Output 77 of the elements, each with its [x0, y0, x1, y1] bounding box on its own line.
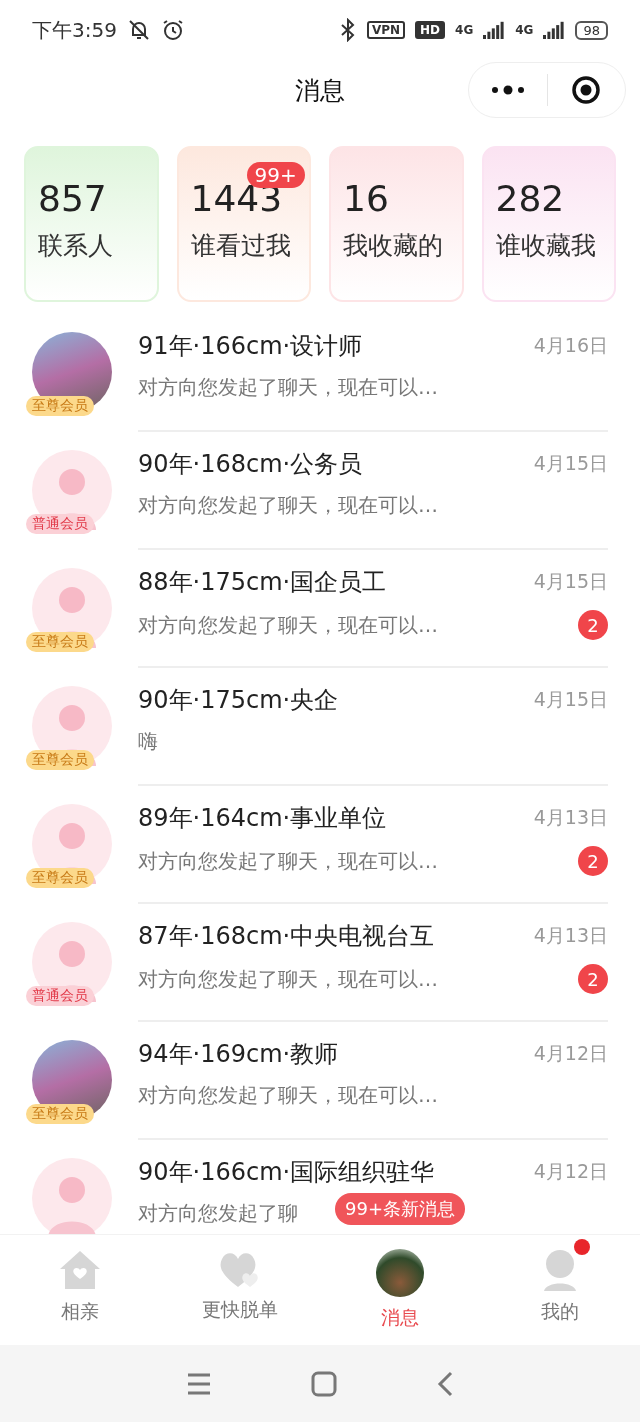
stat-label: 我收藏的 — [343, 230, 444, 262]
more-icon — [490, 85, 525, 95]
chat-row[interactable]: 至尊会员 88年·175cm·国企员工 4月15日 对方向您发起了聊天，现在可以… 2 — [0, 550, 640, 668]
member-badge: 至尊会员 — [26, 868, 94, 888]
member-badge: 至尊会员 — [26, 750, 94, 770]
chat-preview: 对方向您发起了聊天，现在可以… — [138, 847, 438, 875]
chat-preview: 对方向您发起了聊天，现在可以… — [138, 965, 438, 993]
member-badge: 普通会员 — [26, 514, 94, 534]
chat-preview: 对方向您发起了聊天，现在可以… — [138, 611, 438, 639]
new-messages-tooltip: 99+条新消息 — [335, 1193, 465, 1225]
chat-date: 4月12日 — [533, 1041, 608, 1066]
stat-label: 谁看过我 — [190, 230, 292, 262]
person-icon — [542, 1249, 578, 1291]
chat-date: 4月16日 — [533, 333, 608, 358]
tab-item[interactable]: 更快脱单 — [160, 1235, 320, 1345]
chat-title: 90年·175cm·央企 — [138, 685, 339, 716]
status-time: 下午3:59 — [32, 16, 117, 44]
target-icon — [571, 75, 602, 105]
network-type: 4G — [455, 23, 474, 37]
stat-value: 16 — [343, 178, 390, 219]
stat-label: 谁收藏我 — [495, 230, 597, 262]
chat-date: 4月15日 — [533, 451, 608, 476]
house-icon — [58, 1249, 102, 1291]
chat-row[interactable]: 至尊会员 89年·164cm·事业单位 4月13日 对方向您发起了聊天，现在可以… 2 — [0, 786, 640, 904]
chat-preview: 嗨 — [138, 728, 158, 755]
member-badge: 至尊会员 — [26, 632, 94, 652]
chat-row[interactable]: 至尊会员 90年·175cm·央企 4月15日 嗨 — [0, 668, 640, 786]
hd-indicator: HD — [415, 21, 446, 39]
chat-preview: 对方向您发起了聊天，现在可以… — [138, 1082, 438, 1109]
menu-button[interactable] — [187, 1372, 211, 1395]
chat-title: 94年·169cm·教师 — [138, 1039, 339, 1070]
back-icon — [437, 1370, 453, 1397]
menu-icon — [187, 1372, 211, 1395]
chat-preview: 对方向您发起了聊天，现在可以… — [138, 492, 438, 519]
back-button[interactable] — [437, 1370, 453, 1397]
member-badge: 普通会员 — [26, 986, 94, 1006]
signal-icon — [543, 21, 566, 39]
avatar-photo — [376, 1249, 424, 1297]
unread-badge: 2 — [578, 610, 608, 640]
stat-value: 857 — [38, 178, 108, 219]
member-badge: 至尊会员 — [26, 1104, 94, 1124]
tab-item[interactable]: 消息 — [320, 1235, 480, 1345]
chat-preview: 对方向您发起了聊 — [138, 1200, 298, 1227]
chat-row[interactable]: 普通会员 87年·168cm·中央电视台互 4月13日 对方向您发起了聊天，现在可以… 2 — [0, 904, 640, 1022]
unread-badge: 2 — [578, 964, 608, 994]
chat-title: 89年·164cm·事业单位 — [138, 803, 387, 834]
square-icon — [311, 1370, 337, 1397]
unread-badge: 2 — [578, 846, 608, 876]
member-badge: 至尊会员 — [26, 396, 94, 416]
stat-card[interactable]: 16 我收藏的 — [329, 146, 464, 302]
chat-date: 4月15日 — [533, 569, 608, 594]
chat-title: 90年·166cm·国际组织驻华 — [138, 1157, 435, 1188]
chat-date: 4月12日 — [533, 1159, 608, 1184]
tab-item[interactable]: 我的 — [480, 1235, 640, 1345]
page-title: 消息 — [295, 74, 345, 107]
network-type: 4G — [515, 23, 534, 37]
bell-muted-icon — [126, 18, 151, 42]
vpn-indicator: VPN — [366, 21, 406, 39]
stat-value: 282 — [495, 178, 566, 219]
chat-title: 87年·168cm·中央电视台互 — [138, 921, 435, 952]
chat-row[interactable]: 至尊会员 91年·166cm·设计师 4月16日 对方向您发起了聊天，现在可以… — [0, 314, 640, 432]
chat-title: 91年·166cm·设计师 — [138, 331, 363, 362]
chat-preview: 对方向您发起了聊天，现在可以… — [138, 374, 438, 401]
chat-date: 4月15日 — [533, 687, 608, 712]
chat-date: 4月13日 — [533, 923, 608, 948]
stat-card[interactable]: 857 联系人 — [24, 146, 159, 302]
tab-item[interactable]: 相亲 — [0, 1235, 160, 1345]
chat-title: 90年·168cm·公务员 — [138, 449, 363, 480]
chat-title: 88年·175cm·国企员工 — [138, 567, 387, 598]
home-button[interactable] — [311, 1370, 337, 1397]
chat-row[interactable]: 至尊会员 94年·169cm·教师 4月12日 对方向您发起了聊天，现在可以… — [0, 1022, 640, 1140]
signal-icon — [483, 21, 506, 39]
stat-card[interactable]: 282 谁收藏我 — [481, 146, 616, 302]
chat-row[interactable]: 普通会员 90年·168cm·公务员 4月15日 对方向您发起了聊天，现在可以… — [0, 432, 640, 550]
stat-label: 联系人 — [38, 230, 114, 262]
chat-date: 4月13日 — [533, 805, 608, 830]
battery-level: 98 — [575, 20, 608, 40]
